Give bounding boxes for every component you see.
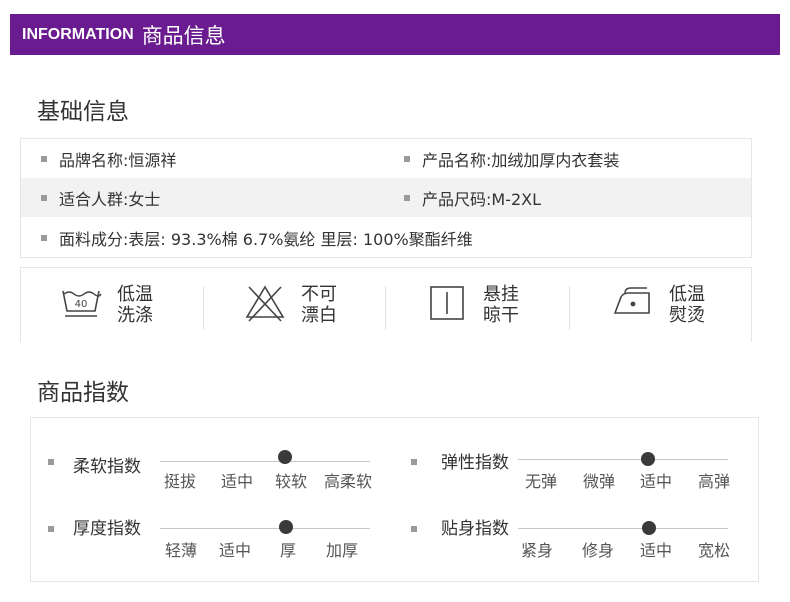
wash-temp-label: 40: [75, 299, 88, 310]
index-level: 加厚: [326, 541, 359, 560]
index-level: 宽松: [698, 541, 731, 560]
bullet-icon: [48, 459, 54, 465]
info-row: 品牌名称:恒源祥 产品名称:加绒加厚内衣套装: [21, 139, 751, 178]
brand-cell: 品牌名称:恒源祥: [41, 139, 176, 178]
care-instructions: 40 低温 洗涤 不可 漂白 悬挂 晾干 低温 熨烫: [20, 267, 752, 342]
product-text: 产品名称:加绒加厚内衣套装: [422, 150, 620, 170]
care-label-line2: 熨烫: [669, 305, 705, 326]
care-label: 低温 熨烫: [669, 284, 705, 326]
index-track: [518, 528, 728, 529]
index-level: 轻薄: [165, 541, 198, 560]
header-english-title: INFORMATION: [22, 25, 134, 43]
material-text: 面料成分:表层: 93.3%棉 6.7%氨纶 里层: 100%聚酯纤维: [59, 229, 473, 249]
hang-dry-icon: [425, 283, 469, 327]
care-label-line1: 低温: [669, 284, 705, 305]
index-track: [160, 528, 370, 529]
product-cell: 产品名称:加绒加厚内衣套装: [404, 139, 619, 178]
product-index-title: 商品指数: [37, 380, 129, 406]
index-level: 适中: [640, 541, 673, 560]
care-label: 悬挂 晾干: [483, 284, 519, 326]
material-cell: 面料成分:表层: 93.3%棉 6.7%氨纶 里层: 100%聚酯纤维: [41, 218, 473, 257]
index-level: 高柔软: [324, 472, 373, 491]
index-level: 微弹: [583, 472, 616, 491]
wash-40-icon: 40: [59, 283, 103, 327]
people-cell: 适合人群:女士: [41, 178, 160, 217]
index-level: 挺拔: [164, 472, 197, 491]
index-title-fit: 贴身指数: [441, 519, 509, 539]
index-level: 适中: [221, 472, 254, 491]
care-item-hang: 悬挂 晾干: [425, 268, 519, 342]
index-level: 适中: [640, 472, 673, 491]
index-selected-dot: [642, 521, 656, 535]
size-cell: 产品尺码:M-2XL: [404, 178, 541, 217]
basic-info-title: 基础信息: [37, 99, 129, 125]
bullet-icon: [411, 459, 417, 465]
care-label-line2: 晾干: [483, 305, 519, 326]
care-item-wash: 40 低温 洗涤: [59, 268, 153, 342]
care-label: 不可 漂白: [301, 284, 337, 326]
bullet-icon: [411, 526, 417, 532]
care-label-line1: 不可: [301, 284, 337, 305]
index-track: [518, 459, 728, 460]
index-level: 高弹: [698, 472, 731, 491]
info-row: 适合人群:女士 产品尺码:M-2XL: [21, 178, 751, 217]
care-label-line2: 漂白: [301, 305, 337, 326]
bullet-icon: [41, 194, 47, 201]
care-divider: [385, 286, 386, 330]
brand-text: 品牌名称:恒源祥: [59, 150, 177, 170]
index-level: 较软: [275, 472, 308, 491]
no-bleach-icon: [243, 283, 287, 327]
people-text: 适合人群:女士: [59, 189, 161, 209]
bullet-icon: [41, 234, 47, 241]
product-index-panel: 柔软指数 挺拔 适中 较软 高柔软 弹性指数 无弹 微弹 适中 高弹 厚度指数 …: [30, 417, 759, 582]
low-iron-icon: [611, 283, 655, 327]
index-selected-dot: [641, 452, 655, 466]
bullet-icon: [404, 194, 410, 201]
index-title-softness: 柔软指数: [73, 457, 141, 477]
care-divider: [569, 286, 570, 330]
bullet-icon: [48, 526, 54, 532]
care-item-bleach: 不可 漂白: [243, 268, 337, 342]
care-label-line2: 洗涤: [117, 305, 153, 326]
index-level: 厚: [280, 541, 297, 560]
care-label-line1: 悬挂: [483, 284, 519, 305]
index-level: 修身: [582, 541, 615, 560]
care-label-line1: 低温: [117, 284, 153, 305]
care-label: 低温 洗涤: [117, 284, 153, 326]
info-row: 面料成分:表层: 93.3%棉 6.7%氨纶 里层: 100%聚酯纤维: [21, 218, 751, 257]
care-item-iron: 低温 熨烫: [611, 268, 705, 342]
index-title-elasticity: 弹性指数: [441, 453, 509, 473]
index-level: 适中: [219, 541, 252, 560]
index-track: [160, 461, 370, 462]
index-level: 紧身: [521, 541, 554, 560]
info-header-bar: INFORMATION 商品信息: [10, 14, 780, 55]
basic-info-table: 品牌名称:恒源祥 产品名称:加绒加厚内衣套装 适合人群:女士 产品尺码:M-2X…: [20, 138, 752, 258]
bullet-icon: [41, 155, 47, 162]
index-level: 无弹: [525, 472, 558, 491]
index-selected-dot: [279, 520, 293, 534]
header-chinese-title: 商品信息: [141, 23, 226, 48]
index-title-thickness: 厚度指数: [73, 519, 141, 539]
care-divider: [203, 286, 204, 330]
index-selected-dot: [278, 450, 292, 464]
bullet-icon: [404, 155, 410, 162]
size-text: 产品尺码:M-2XL: [422, 189, 542, 209]
